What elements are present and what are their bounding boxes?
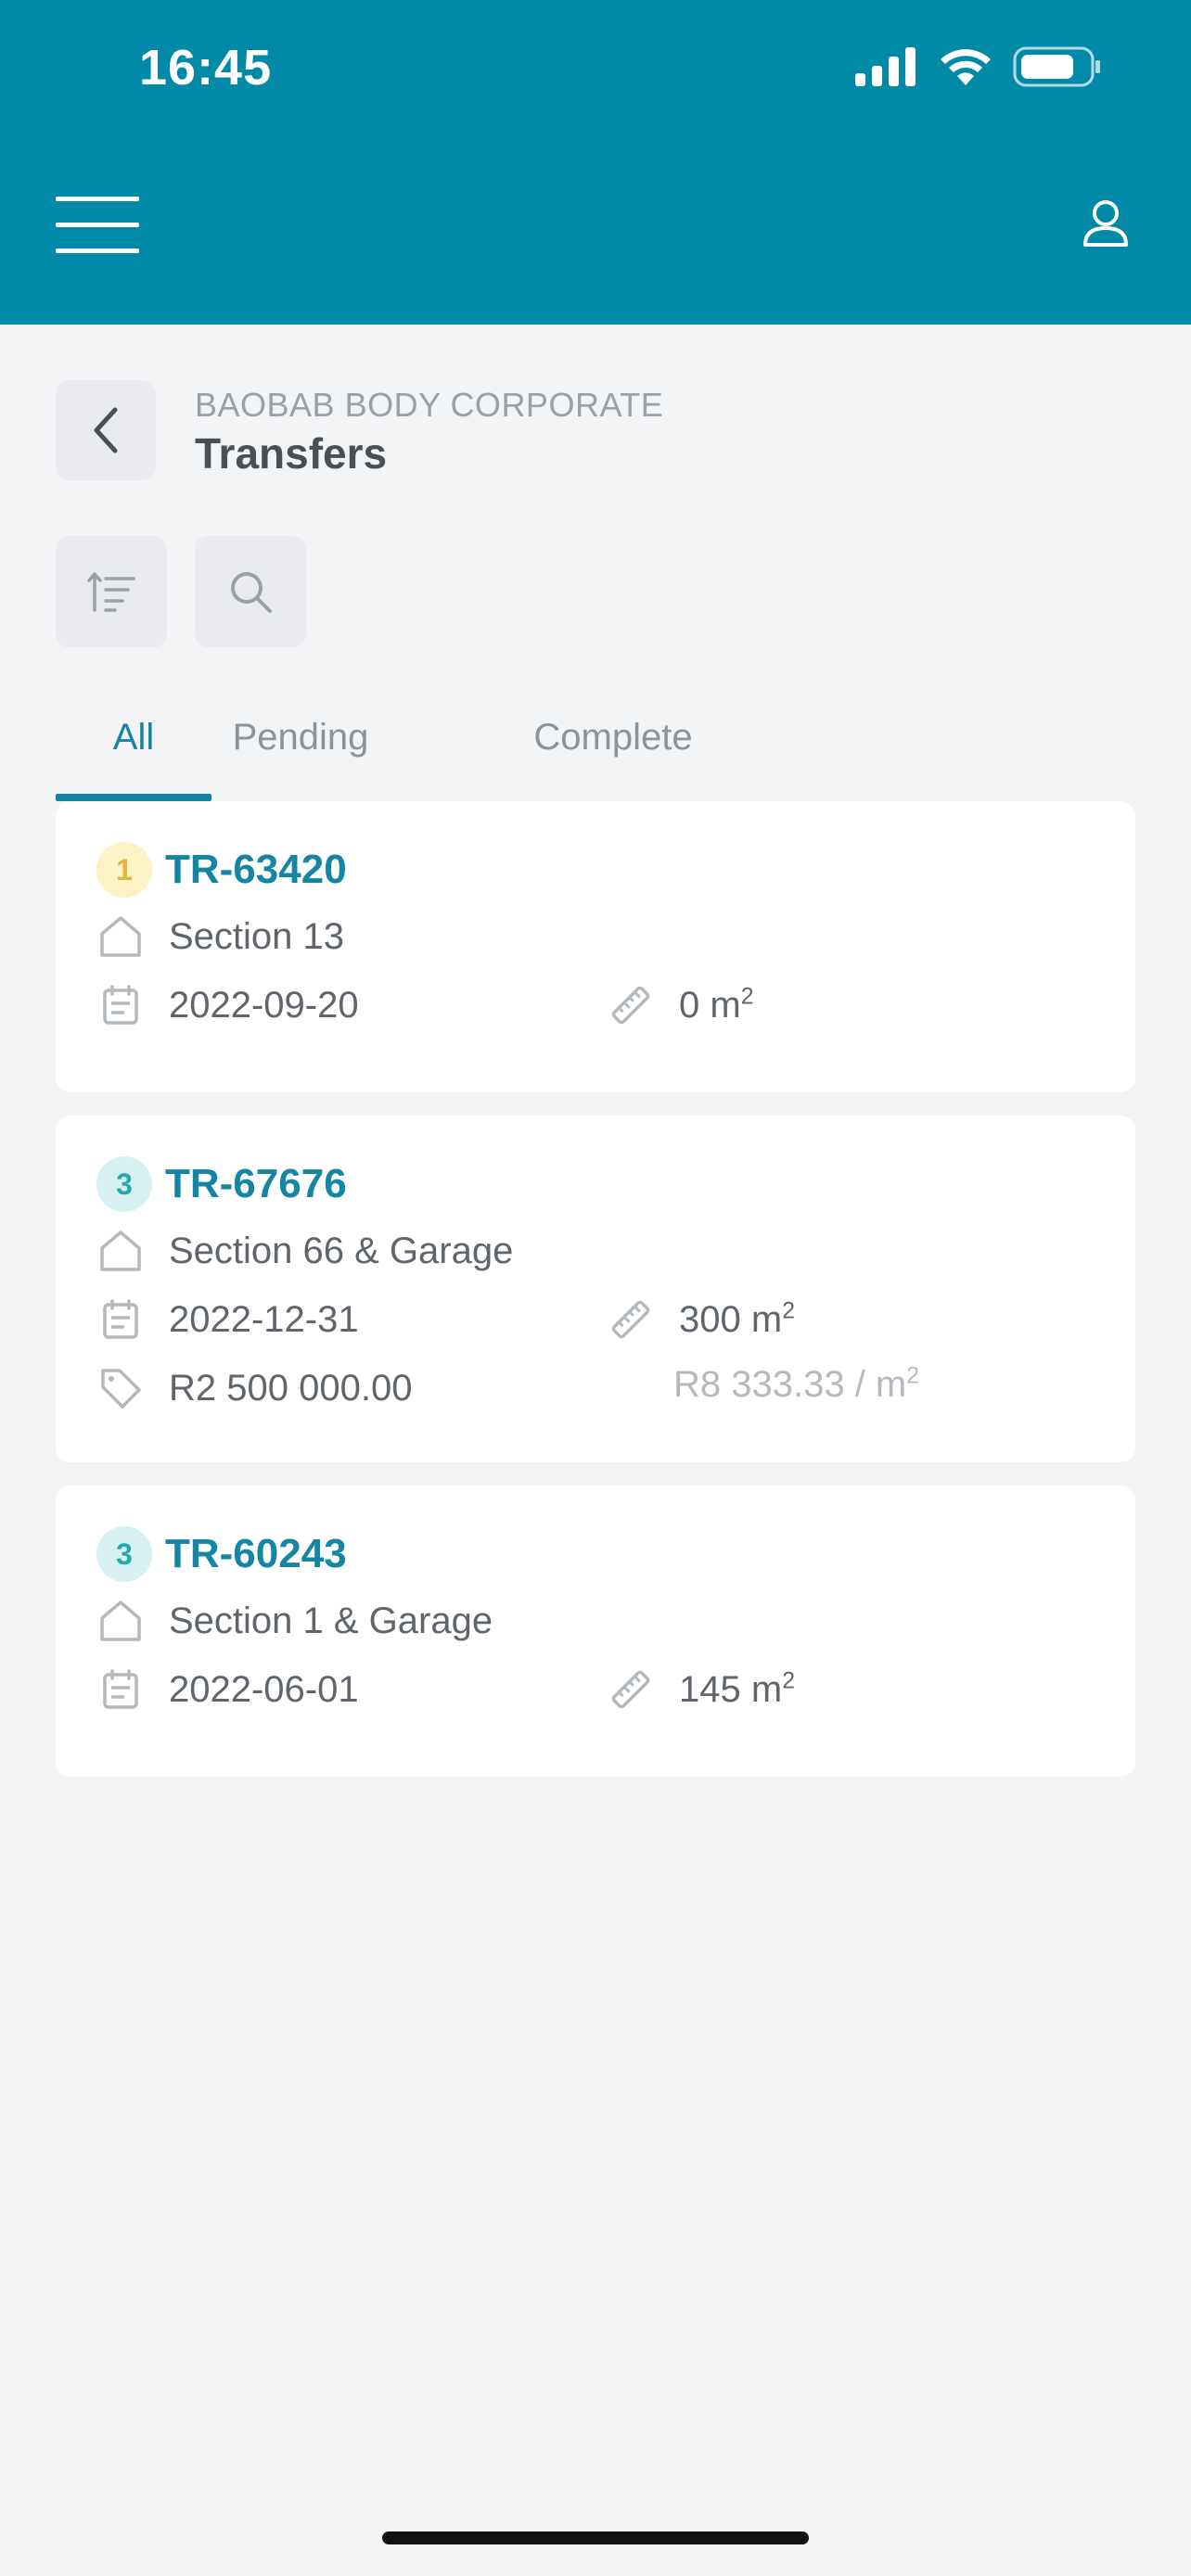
status-icons (855, 46, 1102, 87)
price-row: R2 500 000.00 (96, 1364, 412, 1412)
count-badge: 1 (96, 842, 152, 898)
card-header: 3 TR-67676 (96, 1156, 347, 1212)
area-text: 300 m2 (679, 1298, 795, 1340)
ruler-icon (607, 1295, 655, 1344)
ruler-icon (607, 1665, 655, 1714)
profile-button[interactable] (1076, 195, 1135, 254)
calendar-icon (96, 981, 145, 1029)
active-tab-indicator (56, 794, 211, 801)
search-button[interactable] (195, 536, 306, 647)
transfer-ref[interactable]: TR-67676 (165, 1161, 347, 1207)
home-icon (96, 1227, 145, 1275)
section-row: Section 1 & Garage (96, 1597, 493, 1645)
chevron-left-icon (94, 407, 118, 453)
date-row: 2022-12-31 (96, 1295, 359, 1344)
transfer-card[interactable]: 3 TR-60243 Section 1 & Garage 2022-06-01… (56, 1486, 1135, 1777)
sort-icon (87, 572, 135, 612)
home-indicator[interactable] (382, 2531, 809, 2544)
transfer-ref[interactable]: TR-60243 (165, 1531, 347, 1577)
calendar-icon (96, 1665, 145, 1714)
section-text: Section 1 & Garage (169, 1600, 493, 1641)
wifi-icon (941, 49, 991, 85)
date-text: 2022-12-31 (169, 1298, 359, 1340)
ruler-icon (607, 981, 655, 1029)
status-time: 16:45 (139, 40, 273, 96)
count-badge: 3 (96, 1156, 152, 1212)
user-icon (1083, 200, 1128, 247)
price-per-area: R8 333.33 / m2 (673, 1363, 920, 1405)
tab-pending[interactable]: Pending (233, 677, 369, 797)
back-button[interactable] (56, 380, 156, 480)
section-row: Section 13 (96, 912, 344, 961)
date-text: 2022-06-01 (169, 1668, 359, 1710)
tab-all[interactable]: All (56, 677, 211, 797)
date-text: 2022-09-20 (169, 984, 359, 1026)
transfer-card[interactable]: 3 TR-67676 Section 66 & Garage 2022-12-3… (56, 1116, 1135, 1462)
count-badge: 3 (96, 1526, 152, 1582)
hamburger-menu-icon (56, 197, 139, 253)
tab-complete[interactable]: Complete (506, 677, 720, 797)
search-icon (231, 572, 272, 613)
tag-icon (96, 1364, 145, 1412)
section-text: Section 13 (169, 915, 345, 957)
area-row: 145 m2 (607, 1665, 795, 1714)
page-subtitle: BAOBAB BODY CORPORATE (195, 386, 664, 424)
transfer-ref[interactable]: TR-63420 (165, 847, 347, 893)
menu-button[interactable] (56, 197, 139, 254)
area-text: 0 m2 (679, 984, 754, 1026)
app: 16:45 BAOBAB BODY CORPORATE Transfers Al… (0, 0, 1191, 2576)
card-header: 3 TR-60243 (96, 1526, 347, 1582)
card-header: 1 TR-63420 (96, 842, 347, 898)
tab-bar: All Pending Complete (56, 677, 1135, 801)
app-header: 16:45 (0, 0, 1191, 325)
transfer-card[interactable]: 1 TR-63420 Section 13 2022-09-20 0 m2 (56, 801, 1135, 1092)
price-text: R2 500 000.00 (169, 1367, 413, 1409)
date-row: 2022-06-01 (96, 1665, 359, 1714)
section-row: Section 66 & Garage (96, 1227, 513, 1275)
area-row: 300 m2 (607, 1295, 795, 1344)
area-text: 145 m2 (679, 1668, 795, 1710)
signal-icon (855, 47, 916, 86)
battery-icon (1013, 46, 1100, 87)
section-text: Section 66 & Garage (169, 1230, 514, 1271)
home-icon (96, 1597, 145, 1645)
calendar-icon (96, 1295, 145, 1344)
area-row: 0 m2 (607, 981, 754, 1029)
page-title: Transfers (195, 429, 388, 478)
home-icon (96, 912, 145, 961)
sort-button[interactable] (56, 536, 167, 647)
date-row: 2022-09-20 (96, 981, 359, 1029)
